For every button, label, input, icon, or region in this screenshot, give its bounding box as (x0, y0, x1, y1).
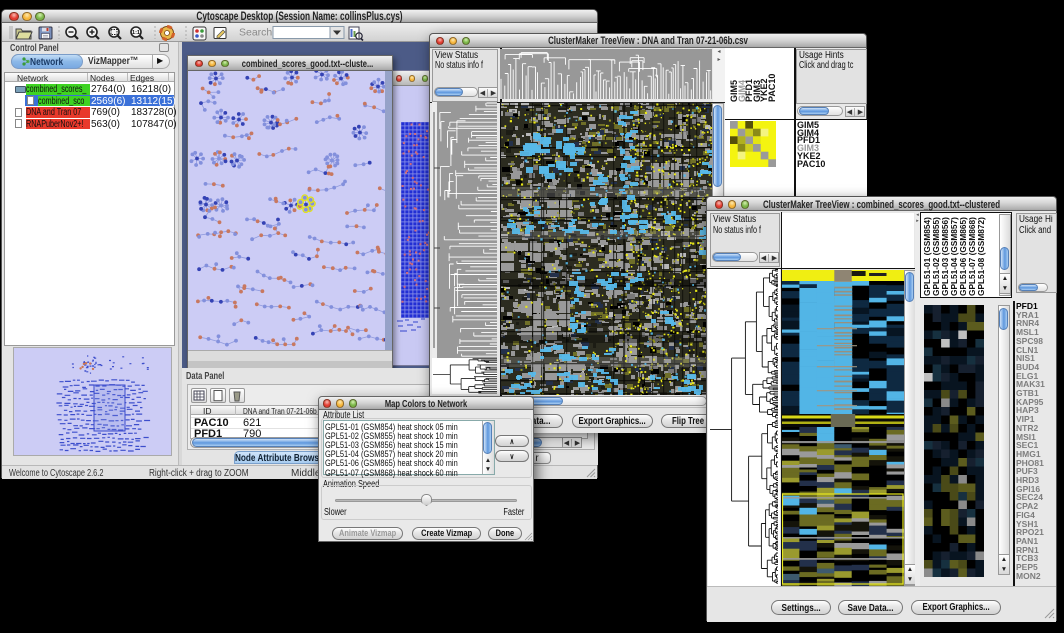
svg-text:1:1: 1:1 (132, 30, 140, 36)
svg-text:Search:: Search: (239, 27, 275, 39)
